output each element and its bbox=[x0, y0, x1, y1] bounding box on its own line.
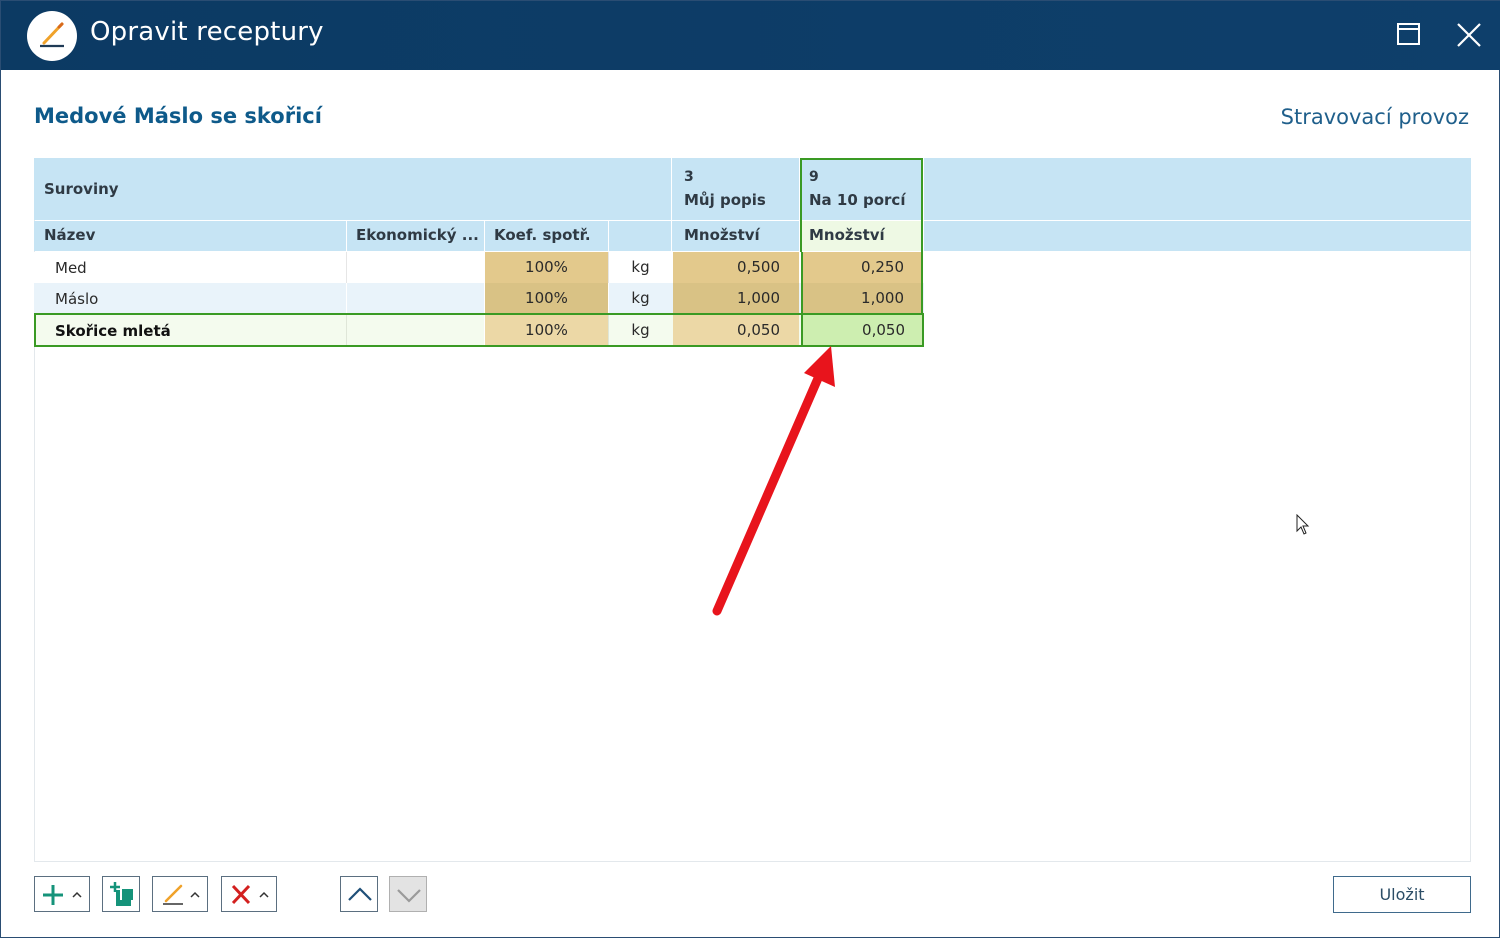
x-icon bbox=[231, 884, 269, 905]
mouse-cursor-icon bbox=[1296, 514, 1310, 535]
move-up-button[interactable] bbox=[340, 876, 378, 912]
edit-button[interactable] bbox=[152, 876, 208, 912]
copy-add-button[interactable] bbox=[102, 876, 140, 912]
delete-button[interactable] bbox=[221, 876, 277, 912]
annotation-arrow bbox=[712, 346, 835, 616]
chevron-down-icon bbox=[397, 889, 421, 903]
copy-add-icon bbox=[110, 882, 133, 906]
move-down-button[interactable] bbox=[389, 876, 427, 912]
chevron-up-icon bbox=[348, 887, 372, 901]
save-button[interactable]: Uložit bbox=[1333, 876, 1471, 913]
pencil-icon bbox=[163, 884, 200, 905]
add-button[interactable] bbox=[34, 876, 90, 912]
plus-icon bbox=[43, 885, 82, 905]
dialog-window: Opravit receptury Medové Máslo se skořic… bbox=[0, 0, 1500, 938]
